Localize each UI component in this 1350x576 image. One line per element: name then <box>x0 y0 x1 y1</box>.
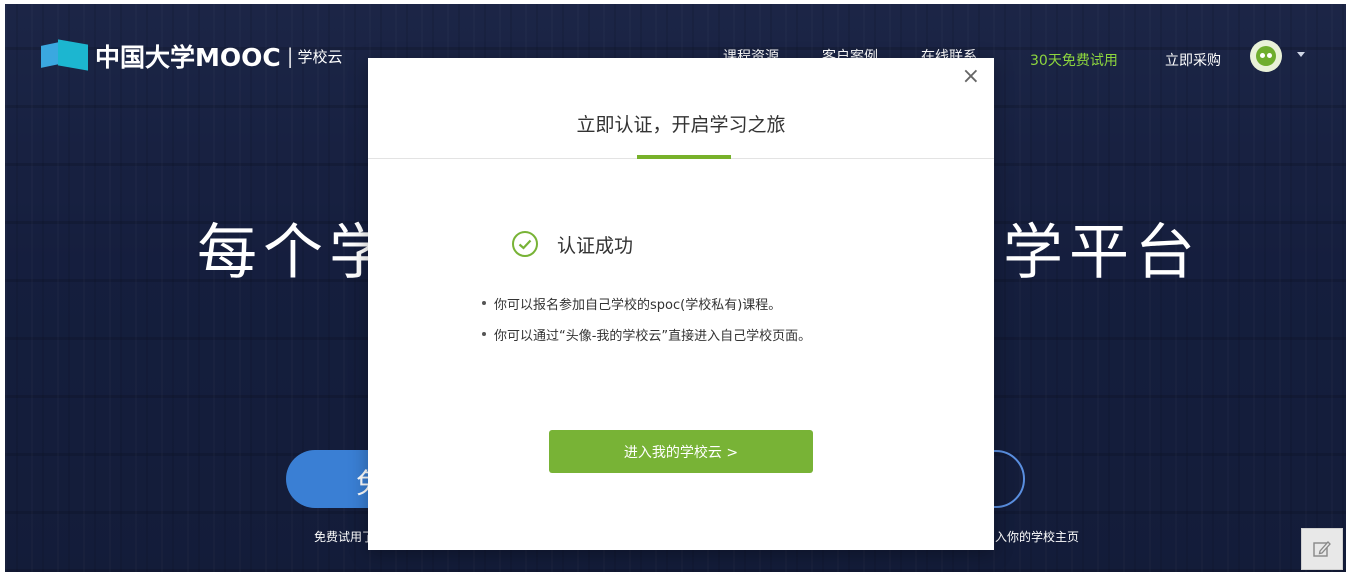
edit-icon[interactable] <box>1301 528 1343 570</box>
enter-school-cloud-button[interactable]: 进入我的学校云 > <box>549 430 813 473</box>
nav-free-trial[interactable]: 30天免费试用 <box>1030 50 1118 70</box>
mooc-logo-icon <box>41 39 91 72</box>
list-item: 你可以报名参加自己学校的spoc(学校私有)课程。 <box>480 294 811 313</box>
nav-purchase[interactable]: 立即采购 <box>1165 50 1221 70</box>
modal-title-underline <box>637 155 731 159</box>
logo-title: 中国大学MOOC <box>95 43 281 72</box>
check-circle-icon <box>512 231 538 257</box>
school-home-caption: 入你的学校主页 <box>995 530 1080 544</box>
user-avatar-icon[interactable] <box>1250 40 1282 72</box>
free-trial-caption: 免费试用了 <box>314 530 375 544</box>
hero-title-right: 学平台 <box>1003 218 1201 288</box>
site-logo[interactable]: 中国大学MOOC | 学校云 <box>41 38 343 74</box>
list-item: 你可以通过“头像-我的学校云”直接进入自己学校页面。 <box>480 325 811 344</box>
certification-modal: × 立即认证，开启学习之旅 认证成功 你可以报名参加自己学校的spoc(学校私有… <box>368 58 994 550</box>
modal-title: 立即认证，开启学习之旅 <box>576 114 786 136</box>
logo-subtitle: 学校云 <box>297 47 343 66</box>
modal-header: 立即认证，开启学习之旅 <box>368 58 994 159</box>
tips-list: 你可以报名参加自己学校的spoc(学校私有)课程。 你可以通过“头像-我的学校云… <box>480 294 811 356</box>
success-text: 认证成功 <box>557 234 634 257</box>
logo-separator: | <box>286 44 294 68</box>
hero-title-left: 每个学 <box>197 218 395 288</box>
caret-down-icon[interactable] <box>1297 52 1305 57</box>
success-message: 认证成功 <box>511 230 633 258</box>
